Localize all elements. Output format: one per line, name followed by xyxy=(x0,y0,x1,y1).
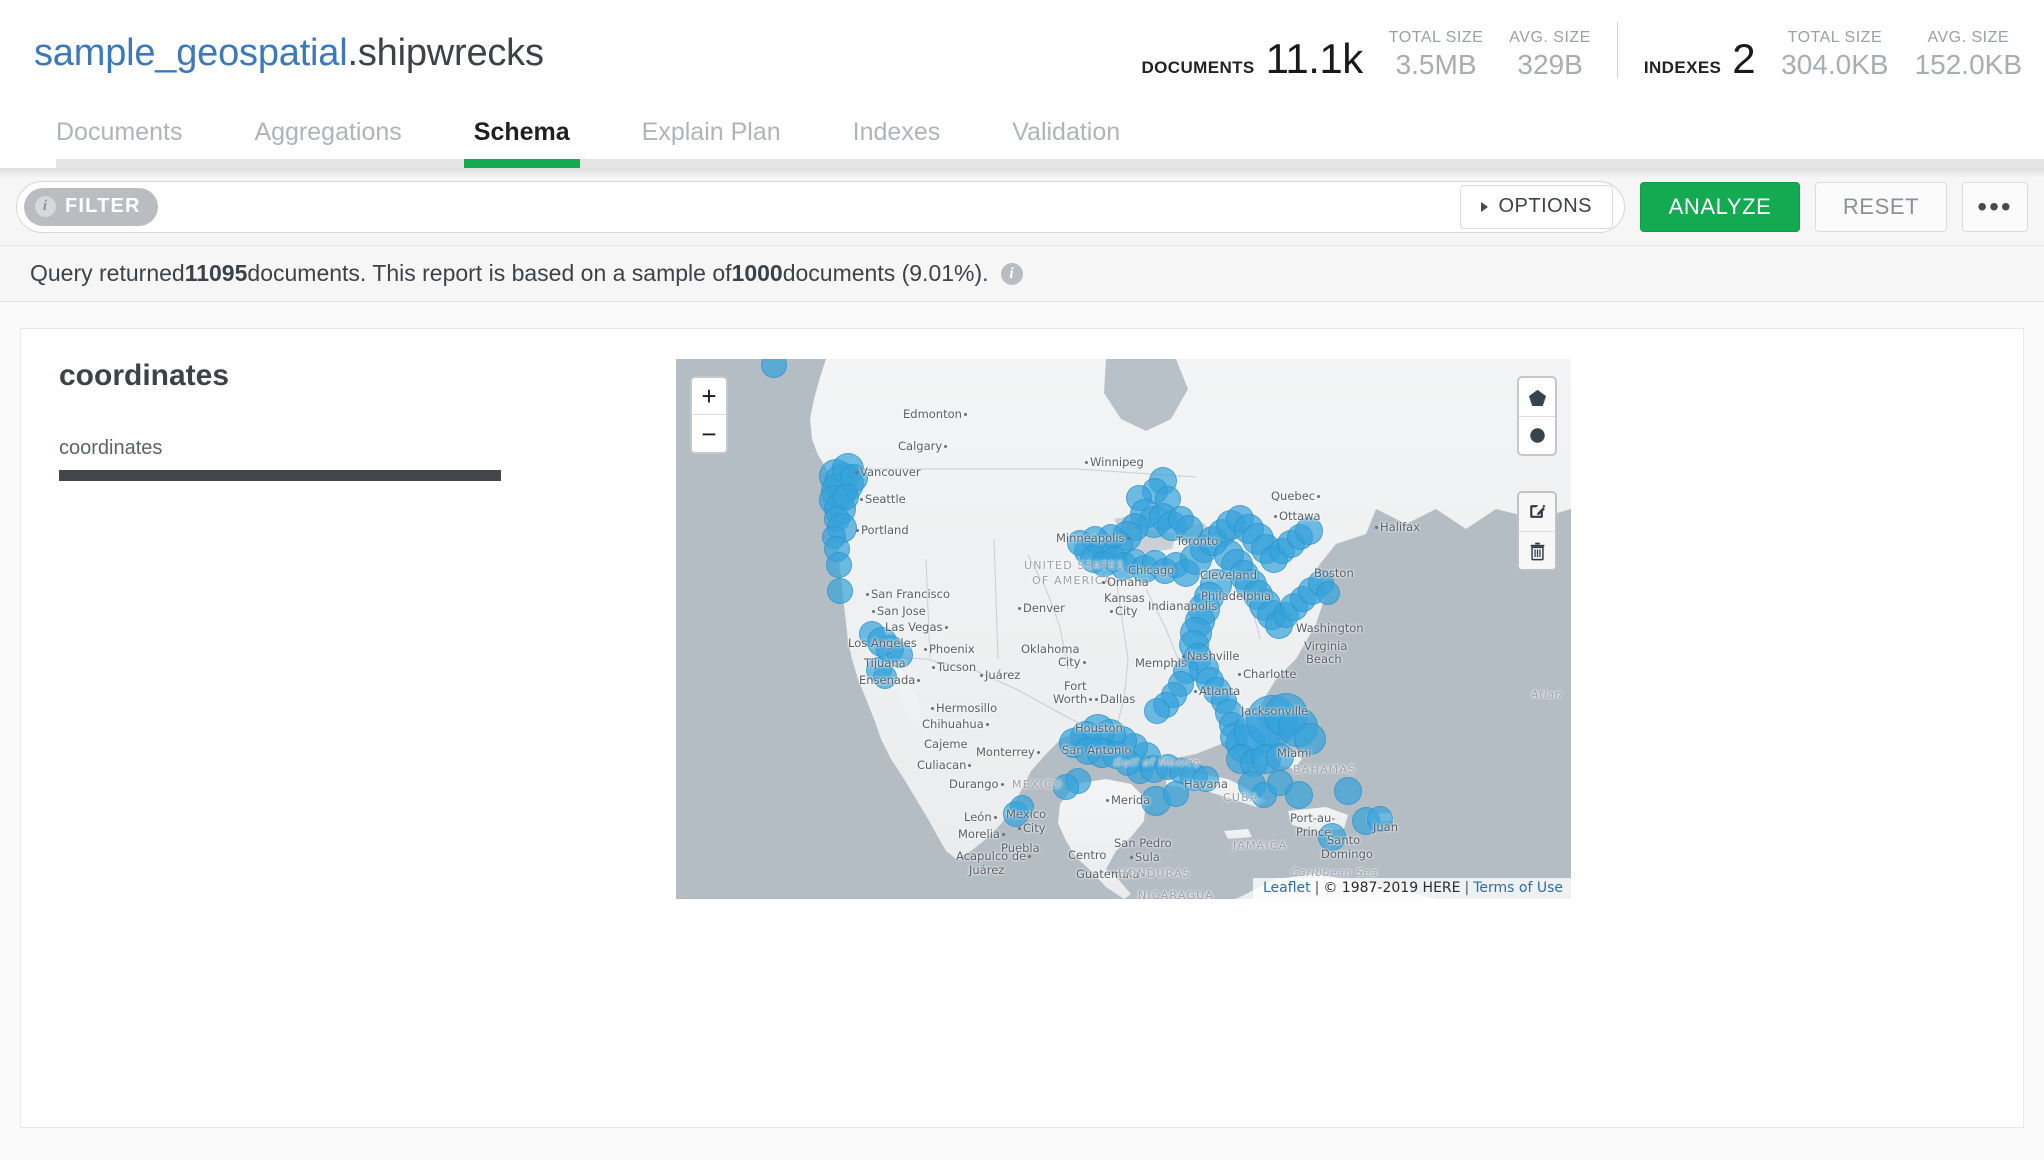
namespace-database[interactable]: sample_geospatial xyxy=(34,32,348,74)
map-marker[interactable] xyxy=(1295,517,1323,545)
zoom-in-button[interactable]: + xyxy=(692,378,726,415)
documents-avg-size-label: AVG. SIZE xyxy=(1509,29,1591,46)
indexes-stat: INDEXES 2 xyxy=(1643,35,1756,82)
map-marker[interactable] xyxy=(826,552,852,578)
map-zoom-controls: + − xyxy=(690,376,728,454)
filter-input-container[interactable]: i FILTER OPTIONS xyxy=(16,180,1625,233)
documents-stat: DOCUMENTS 11.1k xyxy=(1141,35,1364,82)
tab-explain-plan[interactable]: Explain Plan xyxy=(642,112,781,147)
map-marker[interactable] xyxy=(1266,743,1294,771)
circle-icon xyxy=(1529,428,1545,443)
info-icon: i xyxy=(35,196,56,217)
indexes-avg-size: AVG. SIZE 152.0KB xyxy=(1915,29,2022,82)
sample-middle: documents. This report is based on a sam… xyxy=(247,260,732,286)
stats-divider xyxy=(1616,22,1618,78)
edit-shapes-button[interactable] xyxy=(1519,493,1555,531)
documents-total-size: TOTAL SIZE 3.5MB xyxy=(1389,29,1484,82)
field-summary: coordinates coordinates xyxy=(59,359,639,481)
attribution-separator-2: | xyxy=(1464,880,1470,896)
map-marker[interactable] xyxy=(1053,774,1079,800)
field-type-label: coordinates xyxy=(59,437,163,459)
map-marker[interactable] xyxy=(873,665,897,689)
filter-input[interactable] xyxy=(157,195,1461,218)
page-title: sample_geospatial.shipwrecks xyxy=(34,32,544,75)
leaflet-link[interactable]: Leaflet xyxy=(1263,880,1311,896)
stat-group-documents: DOCUMENTS 11.1k TOTAL SIZE 3.5MB AVG. SI… xyxy=(1142,29,1591,82)
sample-returned-count: 11095 xyxy=(184,260,248,286)
indexes-stat-label: INDEXES xyxy=(1643,58,1722,77)
documents-total-size-value: 3.5MB xyxy=(1395,49,1477,80)
compass-window: sample_geospatial.shipwrecks DOCUMENTS 1… xyxy=(0,0,2044,1160)
map-marker[interactable] xyxy=(1334,777,1362,805)
collection-header: sample_geospatial.shipwrecks DOCUMENTS 1… xyxy=(0,0,2044,112)
map-marker[interactable] xyxy=(1316,581,1340,605)
collection-stats: DOCUMENTS 11.1k TOTAL SIZE 3.5MB AVG. SI… xyxy=(1142,20,2022,82)
options-button[interactable]: OPTIONS xyxy=(1460,184,1613,229)
schema-content: coordinates coordinates Edmonton Calgary… xyxy=(0,302,2044,1160)
indexes-avg-size-label: AVG. SIZE xyxy=(1927,29,2010,46)
collection-tabbar: Documents Aggregations Schema Explain Plan I… xyxy=(0,112,2044,168)
map-marker[interactable] xyxy=(1144,698,1170,724)
reset-button[interactable]: RESET xyxy=(1815,181,1947,232)
indexes-total-size-value: 304.0KB xyxy=(1781,49,1889,80)
more-options-button[interactable]: ••• xyxy=(1962,181,2028,232)
polygon-icon xyxy=(1528,389,1546,406)
tab-validation[interactable]: Validation xyxy=(1012,112,1120,147)
tab-active-indicator xyxy=(463,159,580,168)
query-toolbar: i FILTER OPTIONS ANALYZE RESET ••• xyxy=(0,168,2044,246)
sample-banner: Query returned 11095 documents. This rep… xyxy=(0,246,2044,302)
indexes-total-size-label: TOTAL SIZE xyxy=(1787,29,1883,46)
tab-aggregations[interactable]: Aggregations xyxy=(254,112,401,147)
documents-stat-label: DOCUMENTS xyxy=(1141,58,1255,77)
documents-avg-size: AVG. SIZE 329B xyxy=(1509,29,1591,82)
map-marker[interactable] xyxy=(827,578,853,604)
terms-of-use-link[interactable]: Terms of Use xyxy=(1473,880,1563,896)
map-edit-controls xyxy=(1517,491,1557,571)
documents-stat-value: 11.1k xyxy=(1265,35,1364,82)
options-button-label: OPTIONS xyxy=(1498,195,1592,217)
map-marker[interactable] xyxy=(1294,723,1326,755)
documents-total-size-label: TOTAL SIZE xyxy=(1388,29,1484,46)
map-draw-shape-controls xyxy=(1517,376,1557,456)
filter-pill-label: FILTER xyxy=(65,195,141,217)
map-marker[interactable] xyxy=(1285,781,1313,809)
sample-suffix: documents (9.01%). xyxy=(782,260,989,286)
basemap-landmass xyxy=(676,359,1571,899)
geo-map[interactable]: Edmonton Calgary Vancouver Seattle Portland W… xyxy=(676,359,1571,899)
indexes-stat-value: 2 xyxy=(1732,35,1756,82)
field-type-bar[interactable] xyxy=(59,470,501,481)
map-attribution: Leaflet | © 1987-2019 HERE | Terms of Use xyxy=(1252,878,1571,899)
filter-label-pill[interactable]: i FILTER xyxy=(24,187,158,226)
namespace-collection: .shipwrecks xyxy=(347,32,544,74)
sample-prefix: Query returned xyxy=(30,260,185,286)
sample-info-icon[interactable]: i xyxy=(1000,262,1023,285)
attribution-copyright: © 1987-2019 HERE xyxy=(1323,880,1461,896)
schema-field-card: coordinates coordinates Edmonton Calgary… xyxy=(20,328,2024,1128)
tab-documents[interactable]: Documents xyxy=(56,112,182,147)
tab-schema[interactable]: Schema xyxy=(474,112,570,147)
map-marker[interactable] xyxy=(1318,823,1346,851)
attribution-separator-1: | xyxy=(1314,880,1320,896)
indexes-total-size: TOTAL SIZE 304.0KB xyxy=(1781,29,1888,82)
map-marker[interactable] xyxy=(1010,795,1034,819)
map-marker[interactable] xyxy=(1367,806,1393,832)
stat-group-indexes: INDEXES 2 TOTAL SIZE 304.0KB AVG. SIZE 1… xyxy=(1644,29,2022,82)
trash-icon xyxy=(1530,542,1544,560)
zoom-out-button[interactable]: − xyxy=(692,415,726,452)
analyze-button[interactable]: ANALYZE xyxy=(1640,181,1800,232)
sample-count: 1000 xyxy=(731,260,783,286)
field-name: coordinates xyxy=(59,359,230,392)
indexes-avg-size-value: 152.0KB xyxy=(1914,49,2022,80)
delete-shapes-button[interactable] xyxy=(1519,531,1555,569)
chevron-right-icon xyxy=(1481,201,1489,212)
draw-circle-button[interactable] xyxy=(1519,416,1555,454)
map-marker[interactable] xyxy=(1193,766,1219,792)
documents-avg-size-value: 329B xyxy=(1517,49,1583,80)
tab-indexes[interactable]: Indexes xyxy=(853,112,941,147)
edit-pencil-icon xyxy=(1530,504,1546,518)
tab-underline-track xyxy=(56,159,2044,168)
draw-polygon-button[interactable] xyxy=(1519,378,1555,416)
map-marker[interactable] xyxy=(1163,781,1189,807)
